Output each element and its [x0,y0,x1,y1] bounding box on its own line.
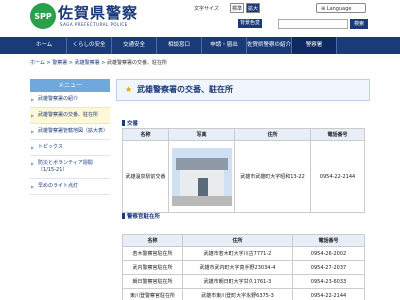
breadcrumb-separator: > [67,60,75,66]
global-nav: ホーム くらしの安全 交通安全 相談窓口 申請・届出 佐賀県警察の紹介 警察署 [0,37,400,54]
side-item-station-intro[interactable]: 武雄警察署の紹介 [30,92,110,108]
chuzaisho-phone: 0954-23-6033 [292,274,365,289]
koban-photo [171,147,232,206]
table-row: 武雄温泉駅前交番 武雄市武雄町大字昭和13-22 0954-22-2144 [122,140,365,213]
text-size-standard-button[interactable]: 標準 [230,3,244,13]
chuzaisho-address: 武雄市武内町大字真手野23034-4 [182,260,293,275]
nav-item-about[interactable]: 佐賀県警察の紹介 [247,37,292,54]
photo-roof [175,157,228,170]
chuzaisho-name: 朝日警察官駐在所 [122,274,183,289]
side-item-jurisdiction-map[interactable]: 武雄警察署管轄地図（拡大表） [30,124,110,140]
language-label: Language [326,6,352,12]
nav-item-traffic[interactable]: 交通安全 [112,37,157,54]
search-button[interactable]: 検索 [350,19,368,29]
side-item-koban[interactable]: 武雄警察署の交番、駐在所 [30,108,110,124]
chuzaisho-name: 東川登警察官駐在所 [122,288,183,300]
koban-photo-cell [168,140,235,213]
koban-table: 名称 写真 住所 電話番号 武雄温泉駅前交番 武雄市武雄町大字昭和13-22 0… [122,128,365,213]
breadcrumb-takeo-link[interactable]: 武雄警察署 [75,60,100,66]
main-content: ★ 武雄警察署の交番、駐在所 交番 名称 写真 住所 電話番号 武雄温泉駅前交番 [116,79,370,300]
nav-item-home[interactable]: ホーム [22,37,67,54]
text-size-large-button[interactable]: 拡大 [246,3,260,13]
table-header-row: 名称 写真 住所 電話番号 [122,128,365,141]
breadcrumb-stations-link[interactable]: 警察署 [52,60,67,66]
koban-heading: 交番 [122,119,138,127]
language-select[interactable]: ⊕ Language [316,3,366,13]
chuzaisho-phone: 0954-26-2002 [292,246,365,261]
chuzaisho-table: 名称 住所 電話番号 若木警察官駐在所 武雄市若木町大字川古7771-2 095… [122,234,365,300]
table-row: 若木警察官駐在所 武雄市若木町大字川古7771-2 0954-26-2002 [122,246,365,261]
table-row: 東川登警察官駐在所 武雄市東川登町大字永野6375-3 0954-22-2144 [122,288,365,300]
chuzaisho-address: 武雄市東川登町大字永野6375-3 [182,288,293,300]
photo-ground [171,195,232,206]
koban-phone: 0954-22-2144 [310,140,365,213]
koban-name: 武雄温泉駅前交番 [122,140,169,213]
chuzaisho-name: 若木警察官駐在所 [122,246,183,261]
column-header: 電話番号 [310,128,365,141]
column-header: 住所 [182,234,293,247]
column-header: 名称 [122,128,169,141]
table-row: 朝日警察官駐在所 武雄市朝日町大字甘久1761-3 0954-23-6033 [122,274,365,289]
nav-item-safety[interactable]: くらしの安全 [67,37,112,54]
color-change-button[interactable]: 背景色変更 [238,19,262,35]
breadcrumb-separator: > [99,60,108,66]
site-logo-subtitle: SAGA PREFECTURAL POLICE [60,22,128,27]
chuzaisho-name: 武内警察官駐在所 [122,260,183,275]
search-input[interactable] [278,19,348,29]
nav-item-applications[interactable]: 申請・届出 [202,37,247,54]
site-logo-title[interactable]: 佐賀県警察 [58,2,138,23]
photo-door [197,177,208,196]
side-item-topics[interactable]: トピックス [30,140,110,156]
column-header: 住所 [234,128,311,141]
chuzaisho-phone: 0954-22-2144 [292,288,365,300]
column-header: 写真 [168,128,235,141]
site-header: SPP 佐賀県警察 SAGA PREFECTURAL POLICE 文字サイズ … [0,0,400,36]
star-icon: ★ [125,85,133,94]
logo-icon[interactable]: SPP [30,3,56,29]
breadcrumb: ホーム > 警察署 > 武雄警察署 > 武雄警察署の交番、駐在所 [30,59,167,66]
nav-item-stations[interactable]: 警察署 [292,37,337,54]
chuzaisho-phone: 0954-27-2037 [292,260,365,275]
page-title: ★ 武雄警察署の交番、駐在所 [116,79,370,101]
side-menu-heading: メニュー [30,79,110,92]
table-header-row: 名称 住所 電話番号 [122,234,365,247]
text-size-label: 文字サイズ [194,6,219,12]
column-header: 電話番号 [292,234,365,247]
table-row: 武内警察官駐在所 武雄市武内町大字真手野23034-4 0954-27-2037 [122,260,365,275]
side-menu: メニュー 武雄警察署の紹介 武雄警察署の交番、駐在所 武雄警察署管轄地図（拡大表… [30,79,110,195]
nav-item-consultation[interactable]: 相談窓口 [157,37,202,54]
side-item-disaster-week[interactable]: 防災とボランティア週間（1/15-21） [30,156,110,179]
breadcrumb-home-link[interactable]: ホーム [30,60,45,66]
chuzaisho-heading: 警察官駐在所 [122,212,160,220]
side-item-early-lights[interactable]: 早めのライト点灯 [30,179,110,195]
koban-address: 武雄市武雄町大字昭和13-22 [234,140,311,213]
breadcrumb-current: 武雄警察署の交番、駐在所 [107,60,168,66]
page-title-text: 武雄警察署の交番、駐在所 [137,85,233,94]
chuzaisho-address: 武雄市朝日町大字甘久1761-3 [182,274,293,289]
page: SPP 佐賀県警察 SAGA PREFECTURAL POLICE 文字サイズ … [0,0,400,300]
chuzaisho-address: 武雄市若木町大字川古7771-2 [182,246,293,261]
column-header: 名称 [122,234,183,247]
